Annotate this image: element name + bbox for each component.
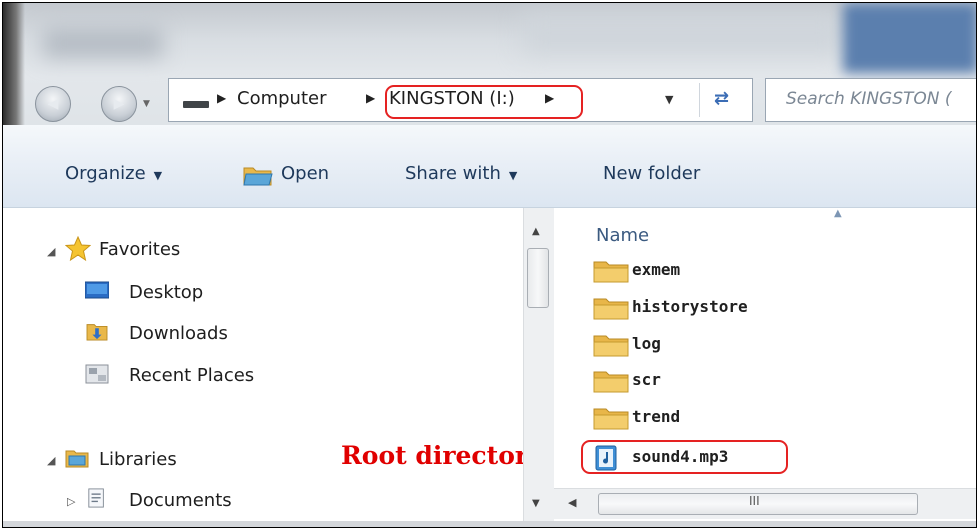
organize-label: Organize [65,163,146,184]
breadcrumb-separator-icon[interactable]: ▶ [217,91,226,105]
file-row[interactable]: trend [592,405,802,431]
scrollbar-thumb[interactable]: III [598,493,918,515]
scrollbar-thumb[interactable] [527,248,549,308]
documents-icon [88,488,104,508]
folder-icon [593,408,629,430]
sort-arrow-icon: ▲ [834,208,842,219]
back-button[interactable]: ◀ [35,86,71,122]
folder-icon [593,335,629,357]
expand-triangle-icon[interactable]: ▷ [67,495,75,508]
sidebar-item-libraries[interactable]: Libraries [99,449,177,470]
search-placeholder: Search KINGSTON ( [786,89,952,109]
forward-arrow-icon: ▶ [113,96,125,112]
root-directory-annotation: Root directory [341,441,543,470]
address-highlight-box [385,85,583,119]
open-folder-icon [243,167,273,186]
new-folder-button[interactable]: New folder [603,163,700,184]
folder-icon [593,261,629,283]
address-history-dropdown[interactable]: ▼ [665,93,673,106]
drive-icon [183,101,209,108]
scroll-up-arrow-icon[interactable]: ▲ [532,226,540,237]
desktop-icon [85,281,109,299]
refresh-icon: ⇄ [713,88,730,109]
sidebar-item-downloads[interactable]: Downloads [129,323,228,344]
file-name: exmem [632,260,681,279]
file-name: trend [632,407,681,426]
collapse-triangle-icon[interactable]: ◢ [47,245,55,258]
organize-button[interactable]: Organize ▼ [65,163,162,184]
sidebar-item-documents[interactable]: Documents [129,490,232,511]
back-arrow-icon: ◀ [47,96,59,112]
refresh-button[interactable]: ⇄ [699,83,743,117]
folder-icon [593,298,629,320]
file-row[interactable]: historystore [592,295,802,321]
file-name: historystore [632,297,748,316]
share-with-button[interactable]: Share with ▼ [405,163,517,184]
forward-button[interactable]: ▶ [101,86,137,122]
scroll-left-arrow-icon[interactable]: ◀ [568,496,576,509]
file-row[interactable]: log [592,332,802,358]
downloads-icon [86,324,108,341]
recent-pages-button[interactable]: ▼ [143,99,153,109]
navigation-scrollbar[interactable]: ▲ ▼ [523,208,554,527]
open-button[interactable]: Open [281,163,329,184]
search-input[interactable]: Search KINGSTON ( [765,78,976,122]
window-titlebar: ◀ ▶ ▼ ▶ Computer ▶ KINGSTON (I:) ▶ ▼ ⇄ S… [3,3,976,125]
new-folder-label: New folder [603,163,701,184]
file-list-horizontal-scrollbar[interactable]: ◀ III [554,488,976,519]
open-label: Open [281,163,330,184]
sidebar-item-recent-places[interactable]: Recent Places [129,365,254,386]
chevron-down-icon: ▼ [143,99,150,109]
file-name: log [632,334,661,353]
recent-places-icon [85,364,109,384]
name-column-header[interactable]: Name [596,225,649,246]
file-row[interactable]: exmem [592,258,802,284]
collapse-triangle-icon[interactable]: ◢ [47,454,55,467]
libraries-icon [65,450,89,468]
breadcrumb-separator-icon[interactable]: ▶ [366,91,375,105]
star-icon [65,236,91,262]
command-bar: Organize ▼ Open Share with ▼ New folder [3,125,976,208]
file-name: scr [632,370,661,389]
file-highlight-box [581,440,788,474]
folder-icon [593,371,629,393]
share-with-label: Share with [405,163,501,184]
chevron-down-icon: ▼ [153,169,163,182]
sidebar-item-desktop[interactable]: Desktop [129,282,203,303]
chevron-down-icon: ▼ [508,169,518,182]
scroll-down-arrow-icon[interactable]: ▼ [532,498,540,509]
window-bottom-edge [3,521,976,527]
file-row[interactable]: scr [592,368,802,394]
scrollbar-grip: III [749,494,760,508]
file-list: ▲ Name exmem historystore log scr trend sound… [554,208,976,527]
explorer-window: ◀ ▶ ▼ ▶ Computer ▶ KINGSTON (I:) ▶ ▼ ⇄ S… [2,2,977,528]
navigation-pane: ◢ Favorites Desktop Downloads Recent Pla… [3,208,543,527]
sidebar-item-favorites[interactable]: Favorites [99,239,180,260]
breadcrumb-computer[interactable]: Computer [237,88,326,109]
